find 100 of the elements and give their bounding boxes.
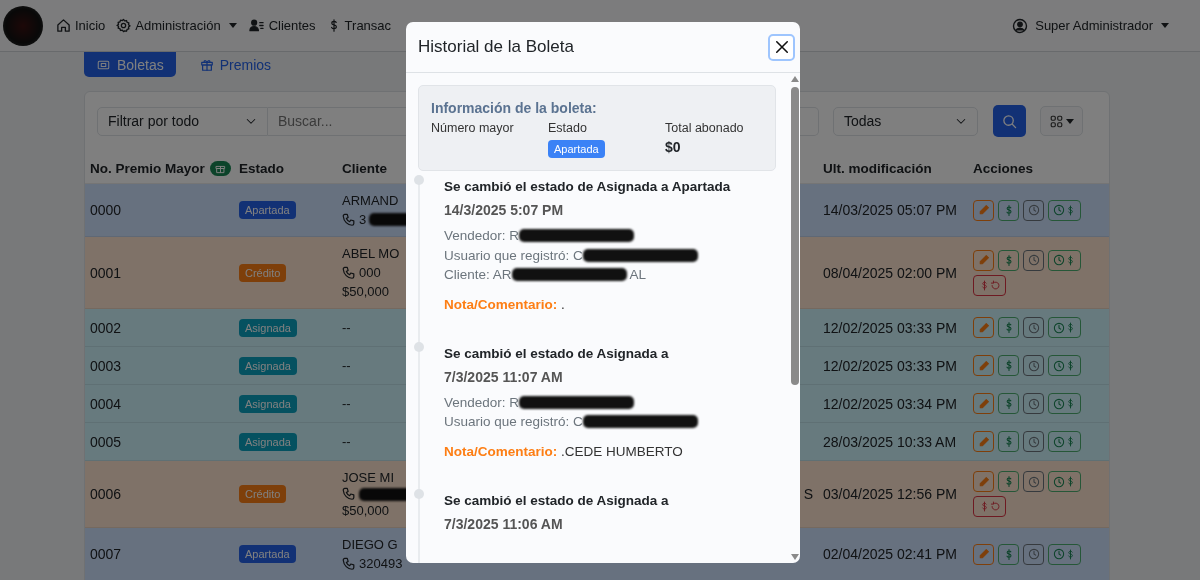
pencil-icon	[977, 548, 990, 560]
history-button[interactable]	[1023, 393, 1044, 414]
entry-date: 7/3/2025 11:07 AM	[444, 368, 564, 385]
table-cell: 0006	[90, 486, 122, 502]
rotate-icon	[989, 279, 1001, 291]
payment-history-button[interactable]	[1048, 249, 1081, 271]
payment-history-button[interactable]	[1048, 471, 1081, 492]
dollar-icon	[1065, 475, 1076, 488]
history-button[interactable]	[1023, 471, 1044, 492]
edit-button[interactable]	[973, 543, 994, 565]
status-badge: Apartada	[548, 140, 605, 158]
payment-button[interactable]	[998, 355, 1019, 376]
clock-icon	[1027, 435, 1040, 448]
entry-detail: Vendedor: R	[444, 227, 520, 245]
clock-icon	[1027, 359, 1040, 372]
client-phone: 000	[359, 264, 381, 282]
payment-history-button[interactable]	[1048, 355, 1081, 376]
clock-icon	[1053, 475, 1065, 488]
view-menu-button[interactable]	[1040, 106, 1083, 136]
status-select[interactable]: Todas	[833, 106, 978, 136]
field-label: Total abonado	[665, 121, 745, 135]
history-button[interactable]	[1023, 543, 1044, 565]
refund-button[interactable]	[973, 496, 1006, 517]
client-phone: 320493	[359, 555, 403, 573]
tab[interactable]: Premios	[187, 52, 284, 77]
client-phone: 3	[359, 211, 367, 229]
filter-select[interactable]: Filtrar por todo	[97, 106, 268, 136]
edit-button[interactable]	[973, 249, 994, 271]
status-badge: Asignada	[239, 432, 297, 451]
payment-history-button[interactable]	[1048, 199, 1081, 221]
clock-icon	[1053, 548, 1065, 560]
field-label: Estado	[548, 121, 588, 135]
clock-icon	[1053, 254, 1065, 266]
nav-link[interactable]: Inicio	[56, 18, 106, 33]
pencil-icon	[977, 254, 990, 266]
table-cell: 12/02/2025 03:34 PM	[823, 395, 957, 412]
payment-button[interactable]	[998, 431, 1019, 452]
close-icon	[774, 40, 789, 54]
client-amount: $50,000	[342, 502, 389, 520]
edit-button[interactable]	[973, 317, 994, 338]
dollar-icon	[1065, 253, 1076, 267]
nav-link[interactable]: Administración	[116, 18, 237, 33]
history-button[interactable]	[1023, 199, 1044, 221]
entry-detail: Vendedor: R	[444, 393, 520, 412]
nav-link[interactable]: Clientes	[247, 18, 316, 33]
client-name: --	[342, 357, 351, 375]
payment-button[interactable]	[998, 249, 1019, 271]
entry-detail: AL	[629, 266, 647, 284]
rotate-icon	[989, 501, 1001, 512]
client-amount: $50,000	[342, 283, 389, 301]
refund-button[interactable]	[973, 274, 1006, 296]
payment-button[interactable]	[998, 317, 1019, 338]
column-header: No. Premio Mayor	[90, 160, 205, 176]
caret-icon	[1065, 118, 1074, 124]
payment-button[interactable]	[998, 543, 1019, 565]
dollar-icon	[1065, 547, 1076, 561]
table-cell: 0003	[90, 357, 122, 374]
edit-button[interactable]	[973, 355, 994, 376]
pencil-icon	[977, 204, 990, 216]
history-button[interactable]	[1023, 249, 1044, 271]
history-button[interactable]	[1023, 317, 1044, 338]
close-button[interactable]	[768, 33, 795, 61]
payment-history-button[interactable]	[1048, 543, 1081, 565]
entry-note: Nota/Comentario: .CEDE HUMBERTO	[444, 443, 684, 459]
clock-icon	[1053, 397, 1065, 410]
payment-button[interactable]	[998, 471, 1019, 492]
payment-history-button[interactable]	[1048, 431, 1081, 452]
nav-link[interactable]: Transac	[326, 18, 392, 33]
gift-icon	[199, 57, 214, 72]
tab[interactable]: Boletas	[84, 52, 176, 77]
users-icon	[247, 18, 265, 33]
history-button[interactable]	[1023, 355, 1044, 376]
client-name: ABEL MO	[342, 245, 400, 263]
client-name: --	[342, 319, 351, 337]
status-badge: Crédito	[239, 263, 287, 282]
user-menu[interactable]: Super Administrador	[1011, 17, 1169, 34]
entry-detail: Cliente: AR	[444, 266, 512, 284]
table-cell: 12/02/2025 03:33 PM	[823, 319, 957, 336]
pencil-icon	[977, 397, 990, 410]
edit-button[interactable]	[973, 393, 994, 414]
table-cell: S	[803, 486, 813, 502]
payment-history-button[interactable]	[1048, 393, 1081, 414]
edit-button[interactable]	[973, 471, 994, 492]
edit-button[interactable]	[973, 199, 994, 221]
edit-button[interactable]	[973, 431, 994, 452]
caret-icon	[1161, 23, 1169, 28]
history-button[interactable]	[1023, 431, 1044, 452]
table-cell: 08/04/2025 02:00 PM	[823, 264, 957, 281]
logo[interactable]	[3, 5, 43, 46]
table-cell: 0000	[90, 202, 122, 218]
table-cell: 0004	[90, 395, 122, 412]
dollar-icon	[1065, 321, 1076, 334]
pencil-icon	[977, 475, 990, 488]
search-button[interactable]	[993, 105, 1026, 137]
payment-button[interactable]	[998, 393, 1019, 414]
payment-history-button[interactable]	[1048, 317, 1081, 338]
table-cell: 02/04/2025 02:41 PM	[823, 546, 957, 562]
status-badge: Apartada	[239, 201, 296, 219]
settings-icon	[116, 18, 132, 33]
payment-button[interactable]	[998, 199, 1019, 221]
